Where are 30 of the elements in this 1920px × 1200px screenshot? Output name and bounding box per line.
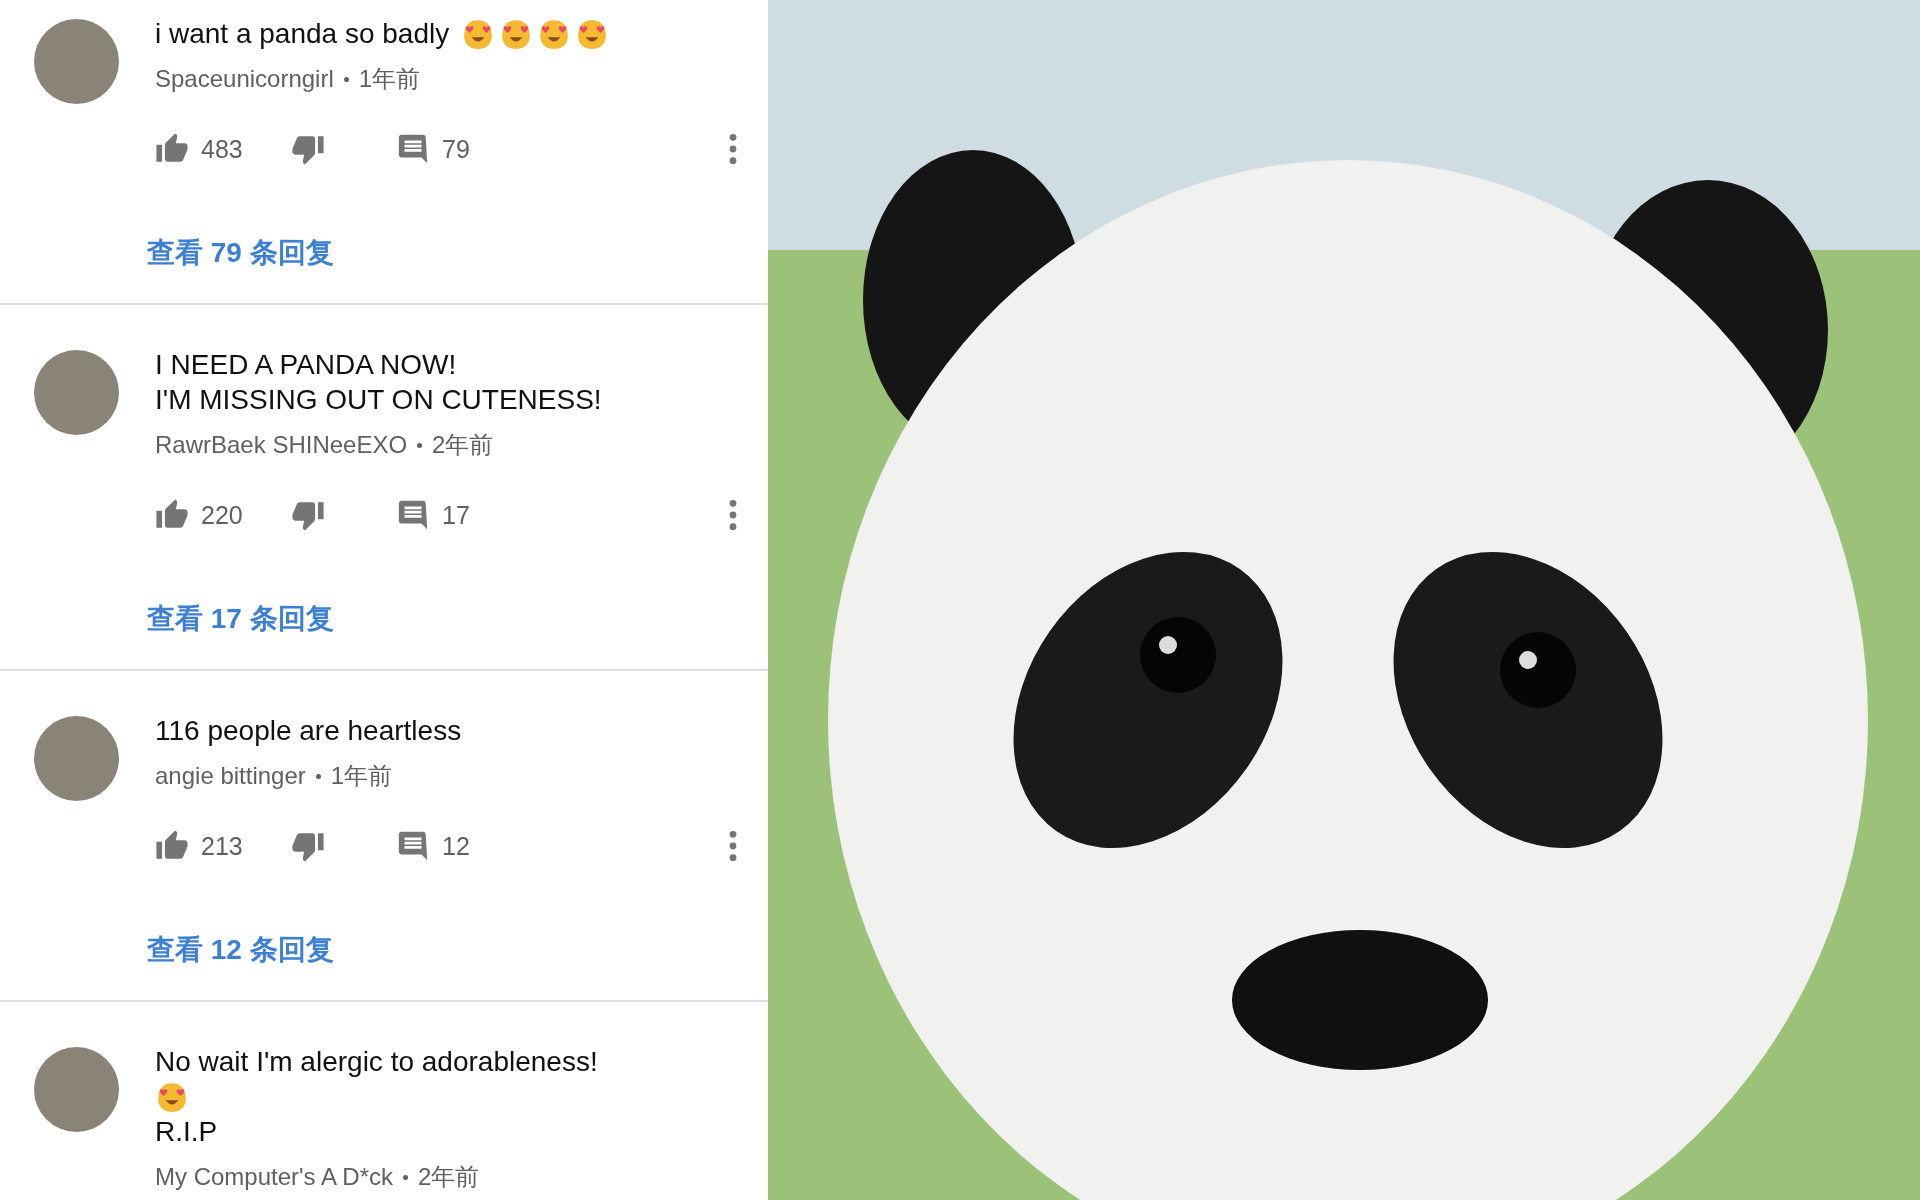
like-count: 483 xyxy=(201,134,243,164)
separator-dot xyxy=(403,1174,408,1180)
like-count: 220 xyxy=(201,500,243,530)
comment-text: No wait I'm alergic to adorableness! xyxy=(155,1045,598,1079)
comment-time: 2年前 xyxy=(432,431,494,459)
comment-text: R.I.P xyxy=(155,1115,218,1149)
more-options-icon[interactable] xyxy=(728,829,738,863)
view-replies-link[interactable]: 查看 17 条回复 xyxy=(147,599,334,639)
view-replies-link[interactable]: 查看 12 条回复 xyxy=(147,930,334,970)
reply-count: 12 xyxy=(442,831,470,861)
author-name[interactable]: My Computer's A D*ck xyxy=(155,1163,393,1191)
separator-dot xyxy=(343,76,349,82)
comment-time: 1年前 xyxy=(358,65,421,93)
separator-dot xyxy=(417,442,423,448)
separator-dot xyxy=(315,773,321,779)
comment-text: i want a panda so badly xyxy=(155,17,450,51)
author-name[interactable]: RawrBaek SHINeeEXO xyxy=(155,431,408,459)
view-replies-link[interactable]: 查看 79 条回复 xyxy=(147,233,334,273)
comment-text: I NEED A PANDA NOW! xyxy=(155,348,457,382)
comment-time: 2年前 xyxy=(418,1163,480,1191)
like-count: 213 xyxy=(201,831,243,861)
author-name[interactable]: angie bittinger xyxy=(155,762,306,790)
comment-time: 1年前 xyxy=(330,762,393,790)
more-options-icon[interactable] xyxy=(728,132,738,166)
author-name[interactable]: Spaceunicorngirl xyxy=(155,65,334,93)
reply-count: 17 xyxy=(442,500,470,530)
reply-count: 79 xyxy=(442,134,470,164)
more-options-icon[interactable] xyxy=(728,498,738,532)
comment-text: I'M MISSING OUT ON CUTENESS! xyxy=(155,383,602,417)
comment-text: 116 people are heartless xyxy=(155,714,462,748)
